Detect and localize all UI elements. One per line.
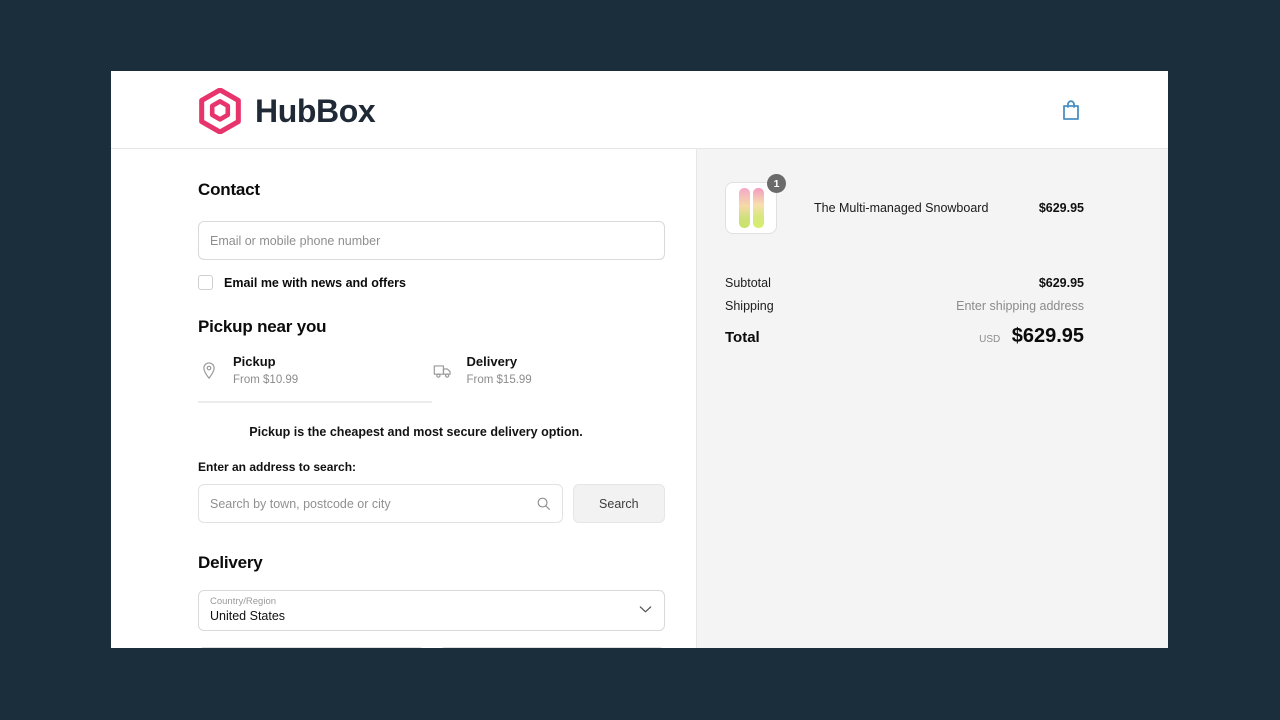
tab-pickup[interactable]: Pickup From $10.99 (198, 353, 432, 403)
snowboard-right (753, 188, 764, 228)
email-field[interactable]: Email or mobile phone number (198, 221, 665, 260)
newsletter-checkbox-row[interactable]: Email me with news and offers (198, 275, 665, 290)
product-name: The Multi-managed Snowboard (814, 201, 1039, 215)
checkout-form-panel: Contact Email or mobile phone number Ema… (111, 149, 697, 648)
address-search-placeholder: Search by town, postcode or city (210, 497, 391, 511)
email-placeholder: Email or mobile phone number (210, 234, 380, 248)
total-row: Total USD $629.95 (725, 325, 1084, 348)
total-value: $629.95 (1012, 325, 1084, 347)
tab-pickup-sublabel: From $10.99 (233, 373, 298, 389)
total-label: Total (725, 329, 760, 346)
snowboard-left (739, 188, 750, 228)
site-header: HubBox (111, 71, 1168, 149)
cart-button[interactable] (1058, 97, 1084, 123)
address-search-label: Enter an address to search: (198, 460, 665, 474)
country-region-value: United States (210, 608, 653, 626)
product-price: $629.95 (1039, 201, 1084, 215)
order-line-item: 1 The Multi-managed Snowboard $629.95 (725, 182, 1084, 234)
name-fields-row: First name (optional) Last name (198, 647, 665, 648)
first-name-field[interactable]: First name (optional) (198, 647, 425, 648)
shipping-label: Shipping (725, 299, 774, 313)
address-search-row: Search by town, postcode or city Search (198, 484, 665, 523)
quantity-badge: 1 (767, 174, 786, 193)
fulfilment-tabs: Pickup From $10.99 (198, 353, 665, 403)
hexagon-logo-icon (198, 88, 242, 134)
subtotal-label: Subtotal (725, 276, 771, 290)
pickup-note: Pickup is the cheapest and most secure d… (198, 425, 665, 439)
shipping-value: Enter shipping address (956, 299, 1084, 313)
country-region-label: Country/Region (210, 596, 653, 608)
map-pin-icon (198, 360, 220, 382)
tab-delivery-sublabel: From $15.99 (467, 373, 532, 389)
address-search-input[interactable]: Search by town, postcode or city (198, 484, 563, 523)
pickup-heading: Pickup near you (198, 317, 665, 337)
page-background: HubBox Contact Email or mobile phone num… (0, 0, 1280, 720)
country-region-select[interactable]: Country/Region United States (198, 590, 665, 631)
tab-delivery-label: Delivery (467, 353, 532, 371)
last-name-field[interactable]: Last name (439, 647, 666, 648)
tab-pickup-label: Pickup (233, 353, 298, 371)
magnifier-icon (536, 496, 551, 511)
search-button[interactable]: Search (573, 484, 665, 523)
tab-delivery[interactable]: Delivery From $15.99 (432, 353, 666, 403)
subtotal-value: $629.95 (1039, 276, 1084, 290)
subtotal-row: Subtotal $629.95 (725, 276, 1084, 290)
product-thumbnail-wrap: 1 (725, 182, 777, 234)
newsletter-checkbox[interactable] (198, 275, 213, 290)
checkout-card: HubBox Contact Email or mobile phone num… (111, 71, 1168, 648)
checkout-body: Contact Email or mobile phone number Ema… (111, 149, 1168, 648)
brand-logo[interactable]: HubBox (198, 88, 375, 134)
delivery-truck-icon (432, 360, 454, 382)
chevron-down-icon (639, 605, 652, 614)
brand-name: HubBox (255, 95, 375, 127)
shipping-row: Shipping Enter shipping address (725, 299, 1084, 313)
newsletter-label: Email me with news and offers (224, 276, 406, 290)
shopping-bag-icon (1061, 99, 1081, 121)
contact-heading: Contact (198, 180, 665, 200)
order-summary-panel: 1 The Multi-managed Snowboard $629.95 Su… (697, 149, 1168, 648)
delivery-heading: Delivery (198, 553, 665, 573)
order-totals: Subtotal $629.95 Shipping Enter shipping… (725, 276, 1084, 348)
total-currency: USD (979, 334, 1000, 345)
total-amount-group: USD $629.95 (979, 325, 1084, 348)
